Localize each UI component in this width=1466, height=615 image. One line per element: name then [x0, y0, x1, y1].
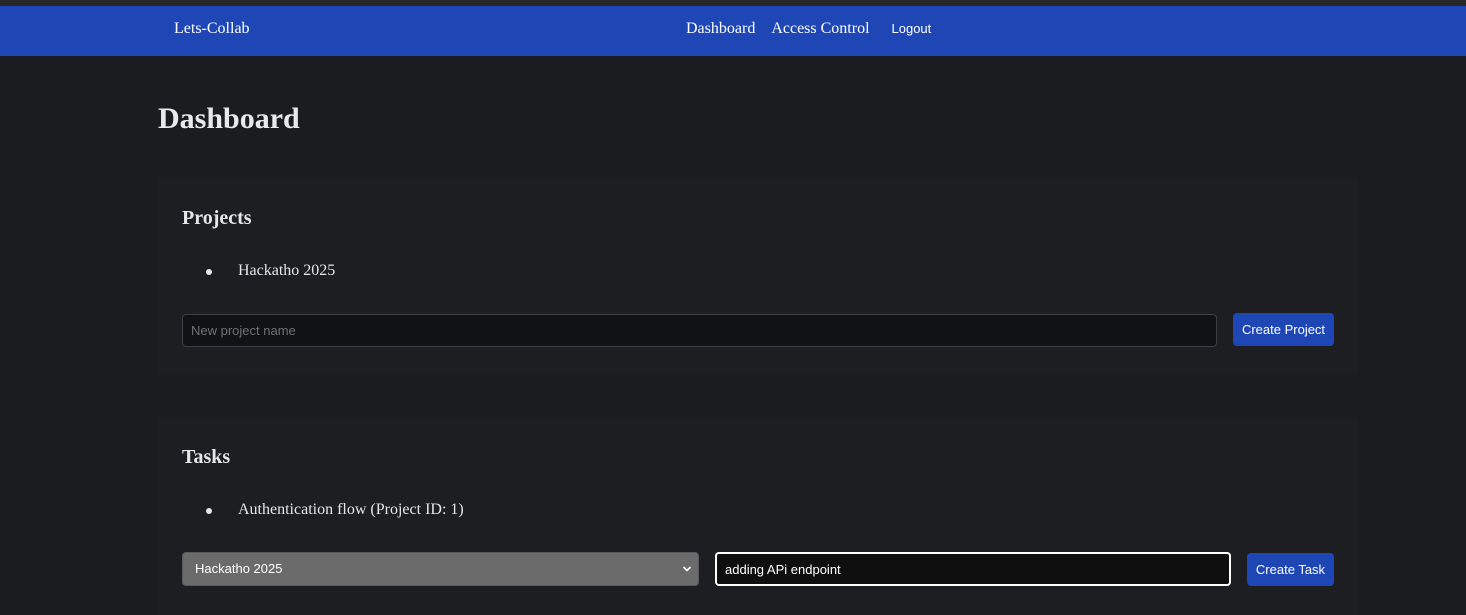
- task-list-item: Authentication flow (Project ID: 1): [182, 501, 464, 519]
- top-navbar: Lets-Collab Dashboard Access Control Log…: [0, 6, 1466, 56]
- task-project-select[interactable]: Hackatho 2025: [182, 552, 699, 586]
- nav-link-access-control[interactable]: Access Control: [771, 20, 869, 38]
- page-title: Dashboard: [158, 102, 300, 135]
- tasks-card: Tasks Authentication flow (Project ID: 1…: [158, 418, 1358, 615]
- create-task-button[interactable]: Create Task: [1247, 553, 1334, 586]
- task-project-select-value: Hackatho 2025: [195, 561, 283, 576]
- nav-link-dashboard[interactable]: Dashboard: [686, 20, 755, 38]
- nav-links: Dashboard Access Control Logout: [686, 20, 931, 38]
- tasks-list: Authentication flow (Project ID: 1): [182, 501, 464, 519]
- brand-link[interactable]: Lets-Collab: [174, 20, 250, 38]
- projects-list: Hackatho 2025: [182, 262, 335, 280]
- project-list-item: Hackatho 2025: [182, 262, 335, 280]
- projects-heading: Projects: [182, 207, 252, 229]
- new-task-title-input[interactable]: [715, 552, 1231, 586]
- new-project-name-input[interactable]: [182, 314, 1217, 347]
- chevron-down-icon: [682, 566, 692, 572]
- tasks-heading: Tasks: [182, 446, 231, 468]
- projects-card: Projects Hackatho 2025 Create Project: [158, 178, 1358, 374]
- create-project-button[interactable]: Create Project: [1233, 313, 1334, 346]
- logout-button[interactable]: Logout: [892, 21, 932, 36]
